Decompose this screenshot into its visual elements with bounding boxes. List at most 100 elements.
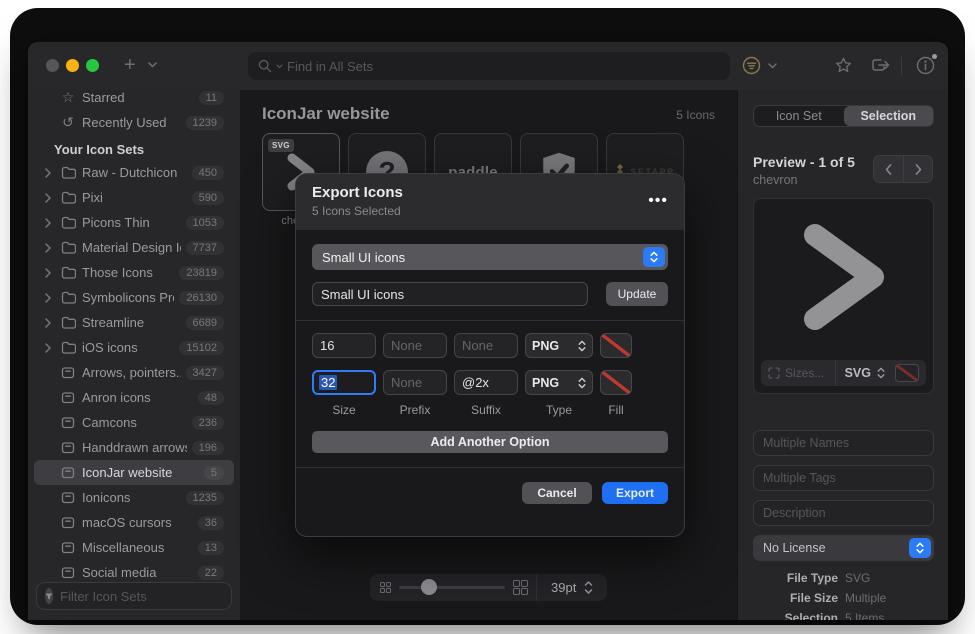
more-options-button[interactable]: ••• — [648, 192, 668, 210]
add-chevron-icon[interactable] — [148, 62, 157, 68]
window-minimize-button[interactable] — [66, 59, 79, 72]
cancel-button[interactable]: Cancel — [522, 482, 592, 504]
fill-none-swatch[interactable] — [600, 333, 632, 358]
sidebar-item[interactable]: Arrows, pointers... 3427 — [34, 360, 234, 385]
fill-none-swatch[interactable] — [600, 370, 632, 395]
sidebar-item[interactable]: IconJar website 5 — [34, 460, 234, 485]
sidebar-item[interactable]: Material Design Ic... 7737 — [34, 235, 234, 260]
jar-icon — [59, 391, 77, 404]
search-field[interactable] — [248, 52, 730, 80]
type-select-chevrons-icon — [578, 340, 586, 352]
disclosure-chevron-icon[interactable] — [42, 243, 54, 253]
add-another-option-button[interactable]: Add Another Option — [312, 431, 668, 453]
recent-icon: ↺ — [59, 114, 77, 131]
add-button[interactable]: + — [124, 54, 136, 76]
toolbar: + — [28, 42, 948, 90]
disclosure-chevron-icon[interactable] — [42, 293, 54, 303]
sidebar-item[interactable]: Miscellaneous 13 — [34, 535, 234, 560]
zoom-slider-thumb[interactable] — [421, 579, 437, 595]
search-scope-chevron-icon[interactable] — [276, 64, 283, 69]
sidebar-item[interactable]: Ionicons 1235 — [34, 485, 234, 510]
disclosure-chevron-icon[interactable] — [42, 168, 54, 178]
disclosure-chevron-icon[interactable] — [42, 343, 54, 353]
prefix-input[interactable] — [383, 370, 447, 395]
sidebar-item[interactable]: ☆ ↺ Recently Used 1239 — [34, 110, 234, 135]
preset-select-chevrons-icon[interactable] — [643, 247, 665, 267]
suffix-input[interactable] — [454, 333, 518, 358]
size-input-focused[interactable]: 32 — [312, 370, 376, 395]
sidebar-item[interactable]: macOS cursors 36 — [34, 510, 234, 535]
zoom-stepper[interactable] — [584, 580, 593, 595]
window-close-button[interactable] — [46, 59, 59, 72]
sidebar-item[interactable]: Symbolicons Pro 26130 — [34, 285, 234, 310]
preset-select[interactable]: Small UI icons — [312, 244, 668, 270]
filter-chevron-icon[interactable] — [768, 63, 777, 69]
export-icon[interactable] — [871, 56, 891, 74]
sidebar-item[interactable]: Camcons 236 — [34, 410, 234, 435]
preview-pager — [873, 155, 933, 183]
names-input[interactable] — [753, 430, 934, 456]
sidebar-item[interactable]: Those Icons 23819 — [34, 260, 234, 285]
count-badge: 22 — [198, 566, 224, 580]
folder-icon — [59, 166, 77, 179]
type-select[interactable]: PNG — [525, 370, 593, 395]
disclosure-chevron-icon[interactable] — [42, 218, 54, 228]
preview-fill-swatch[interactable] — [895, 364, 919, 382]
license-select-chevrons-icon[interactable] — [909, 538, 931, 558]
grid-small-icon[interactable] — [380, 582, 391, 593]
format-select-chevrons-icon[interactable] — [877, 367, 885, 379]
sidebar-item[interactable]: Anron icons 48 — [34, 385, 234, 410]
tab[interactable]: Selection — [844, 106, 934, 126]
sidebar-filter-input[interactable] — [60, 589, 236, 604]
type-select[interactable]: PNG — [525, 333, 593, 358]
previous-icon-button[interactable] — [874, 156, 903, 182]
count-badge: 5 — [204, 466, 224, 480]
dialog-header: Export Icons 5 Icons Selected ••• — [296, 174, 684, 230]
inspector-tabs: Icon Set Selection — [753, 105, 934, 127]
license-select[interactable]: No License — [753, 535, 934, 561]
app-window: + — [28, 42, 948, 620]
size-input[interactable] — [312, 333, 376, 358]
export-option-row: 32 PNG — [312, 370, 668, 395]
page-background: + — [0, 0, 975, 634]
sidebar-top-list: ☆ ↺ Starred 11 ☆ ↺ Recently Used 1239 — [28, 90, 240, 135]
update-button[interactable]: Update — [606, 282, 668, 306]
zoom-slider[interactable] — [399, 586, 505, 589]
description-input[interactable] — [753, 500, 934, 526]
filter-icon[interactable] — [742, 56, 761, 75]
folder-icon — [59, 216, 77, 229]
preset-name-input[interactable] — [312, 282, 588, 306]
export-button[interactable]: Export — [602, 482, 668, 504]
preview-icon-name: chevron — [753, 173, 797, 187]
disclosure-chevron-icon[interactable] — [42, 268, 54, 278]
sizes-control[interactable]: Sizes... — [768, 366, 829, 380]
sidebar-filter-field[interactable] — [36, 582, 232, 610]
sidebar-item[interactable]: ☆ ↺ Starred 11 — [34, 90, 234, 110]
sidebar-item[interactable]: Handdrawn arrows 196 — [34, 435, 234, 460]
info-icon[interactable] — [916, 56, 935, 75]
tab[interactable]: Icon Set — [754, 106, 844, 126]
count-badge: 1235 — [186, 491, 224, 505]
sidebar-item[interactable]: Picons Thin 1053 — [34, 210, 234, 235]
sidebar-item[interactable]: iOS icons 15102 — [34, 335, 234, 360]
sidebar-item[interactable]: Raw - Dutchicon 450 — [34, 160, 234, 185]
svg-format-badge: SVG — [268, 139, 294, 152]
count-badge: 236 — [192, 416, 224, 430]
grid-large-icon[interactable] — [513, 580, 528, 595]
sidebar-item[interactable]: Pixi 590 — [34, 185, 234, 210]
window-zoom-button[interactable] — [86, 59, 99, 72]
prefix-input[interactable] — [383, 333, 447, 358]
dialog-title: Export Icons — [312, 184, 668, 201]
option-column-labels: Size Prefix Suffix Type Fill — [312, 403, 668, 417]
sidebar-item[interactable]: Streamline 6689 — [34, 310, 234, 335]
disclosure-chevron-icon[interactable] — [42, 318, 54, 328]
count-badge: 26130 — [179, 291, 224, 305]
next-icon-button[interactable] — [903, 156, 932, 182]
search-input[interactable] — [287, 59, 720, 74]
disclosure-chevron-icon[interactable] — [42, 193, 54, 203]
count-badge: 11 — [199, 91, 224, 105]
suffix-input[interactable] — [454, 370, 518, 395]
metadata-row: File Size Multiple — [738, 588, 948, 608]
favorite-star-icon[interactable] — [834, 56, 853, 75]
tags-input[interactable] — [753, 465, 934, 491]
